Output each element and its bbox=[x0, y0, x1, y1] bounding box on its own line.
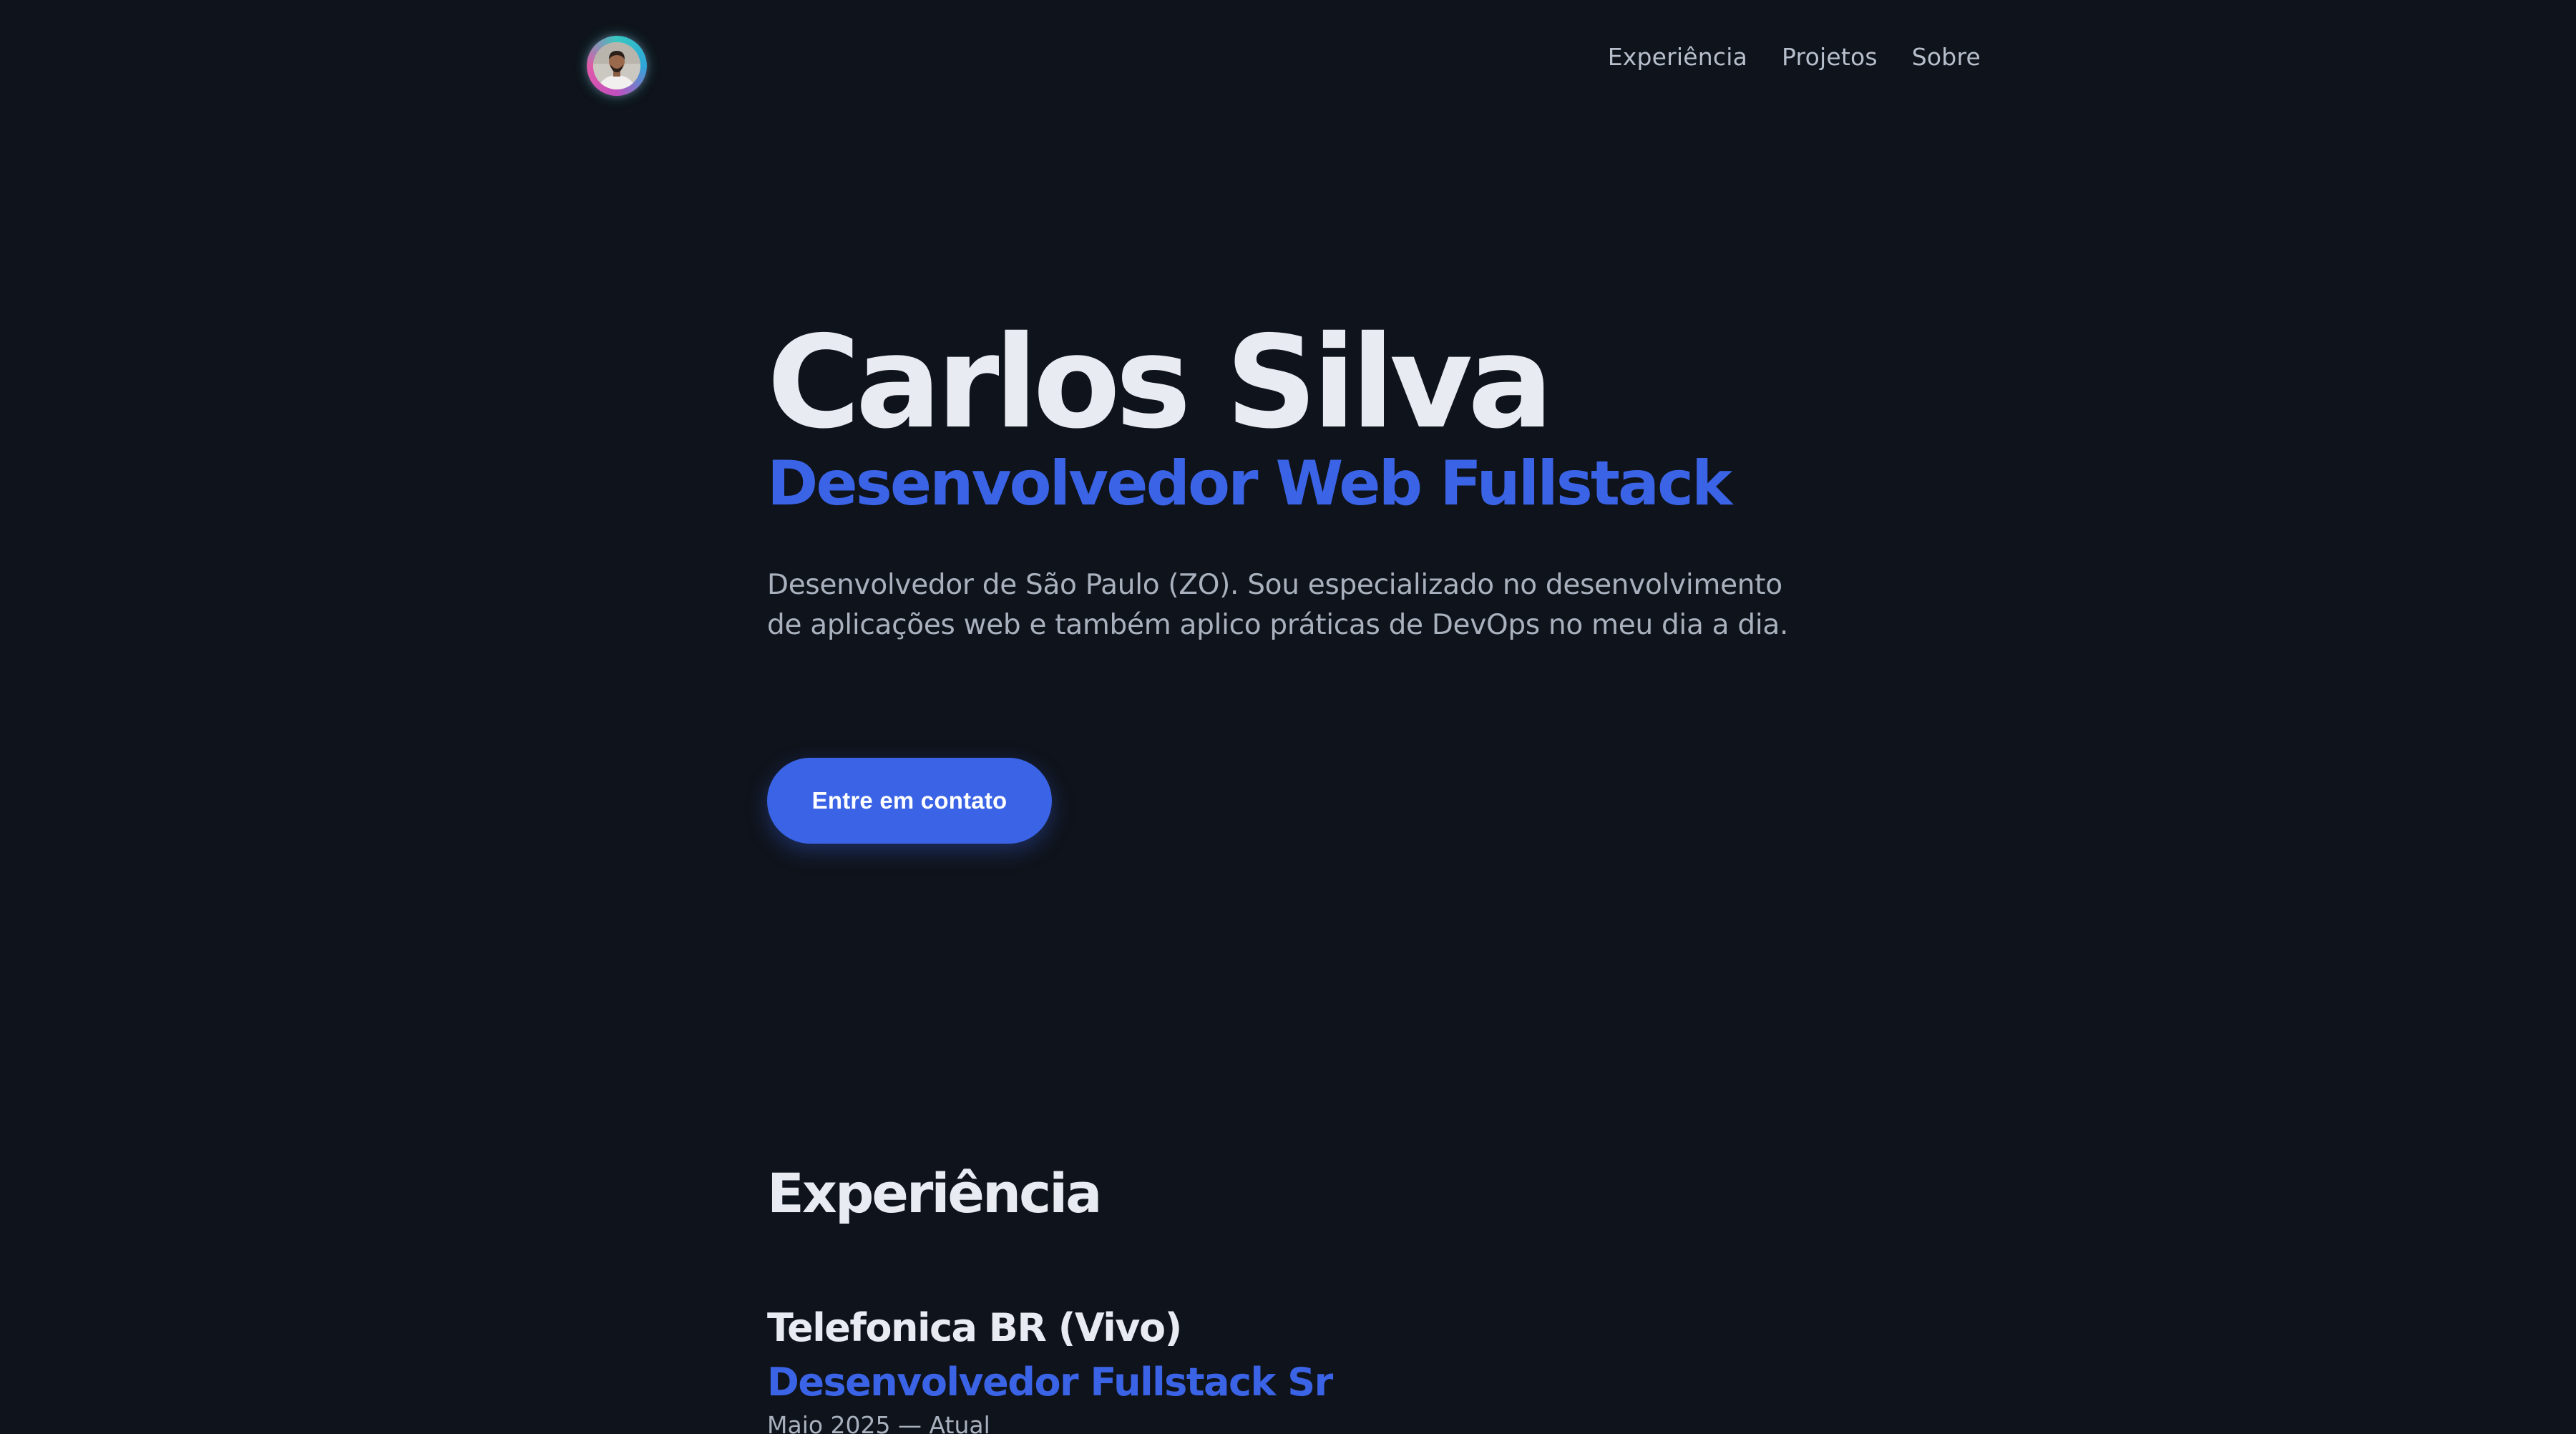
nav-link-projetos[interactable]: Projetos bbox=[1782, 40, 1878, 74]
person-icon bbox=[593, 42, 640, 89]
nav-link-experiencia[interactable]: Experiência bbox=[1608, 40, 1747, 74]
experience-dates: Maio 2025 — Atual bbox=[767, 1411, 990, 1434]
profile-photo bbox=[593, 42, 640, 89]
experience-position: Desenvolvedor Fullstack Sr bbox=[767, 1360, 1333, 1405]
experience-item: Telefonica BR (Vivo) Desenvolvedor Fulls… bbox=[767, 1301, 1840, 1434]
hero-role: Desenvolvedor Web Fullstack bbox=[767, 448, 1732, 520]
experience-heading: Experiência bbox=[767, 1161, 1102, 1225]
avatar[interactable] bbox=[587, 36, 647, 96]
contact-button[interactable]: Entre em contato bbox=[767, 758, 1052, 844]
hero-section: Carlos Silva Desenvolvedor Web Fullstack… bbox=[767, 315, 1840, 844]
nav-link-sobre[interactable]: Sobre bbox=[1912, 40, 1981, 74]
hero-description: Desenvolvedor de São Paulo (ZO). Sou esp… bbox=[767, 569, 1789, 641]
experience-company: Telefonica BR (Vivo) bbox=[767, 1305, 1182, 1350]
hero-name: Carlos Silva bbox=[767, 308, 1553, 457]
site-header: Experiência Projetos Sobre bbox=[0, 0, 2576, 129]
main-nav: Experiência Projetos Sobre bbox=[1608, 40, 1981, 74]
